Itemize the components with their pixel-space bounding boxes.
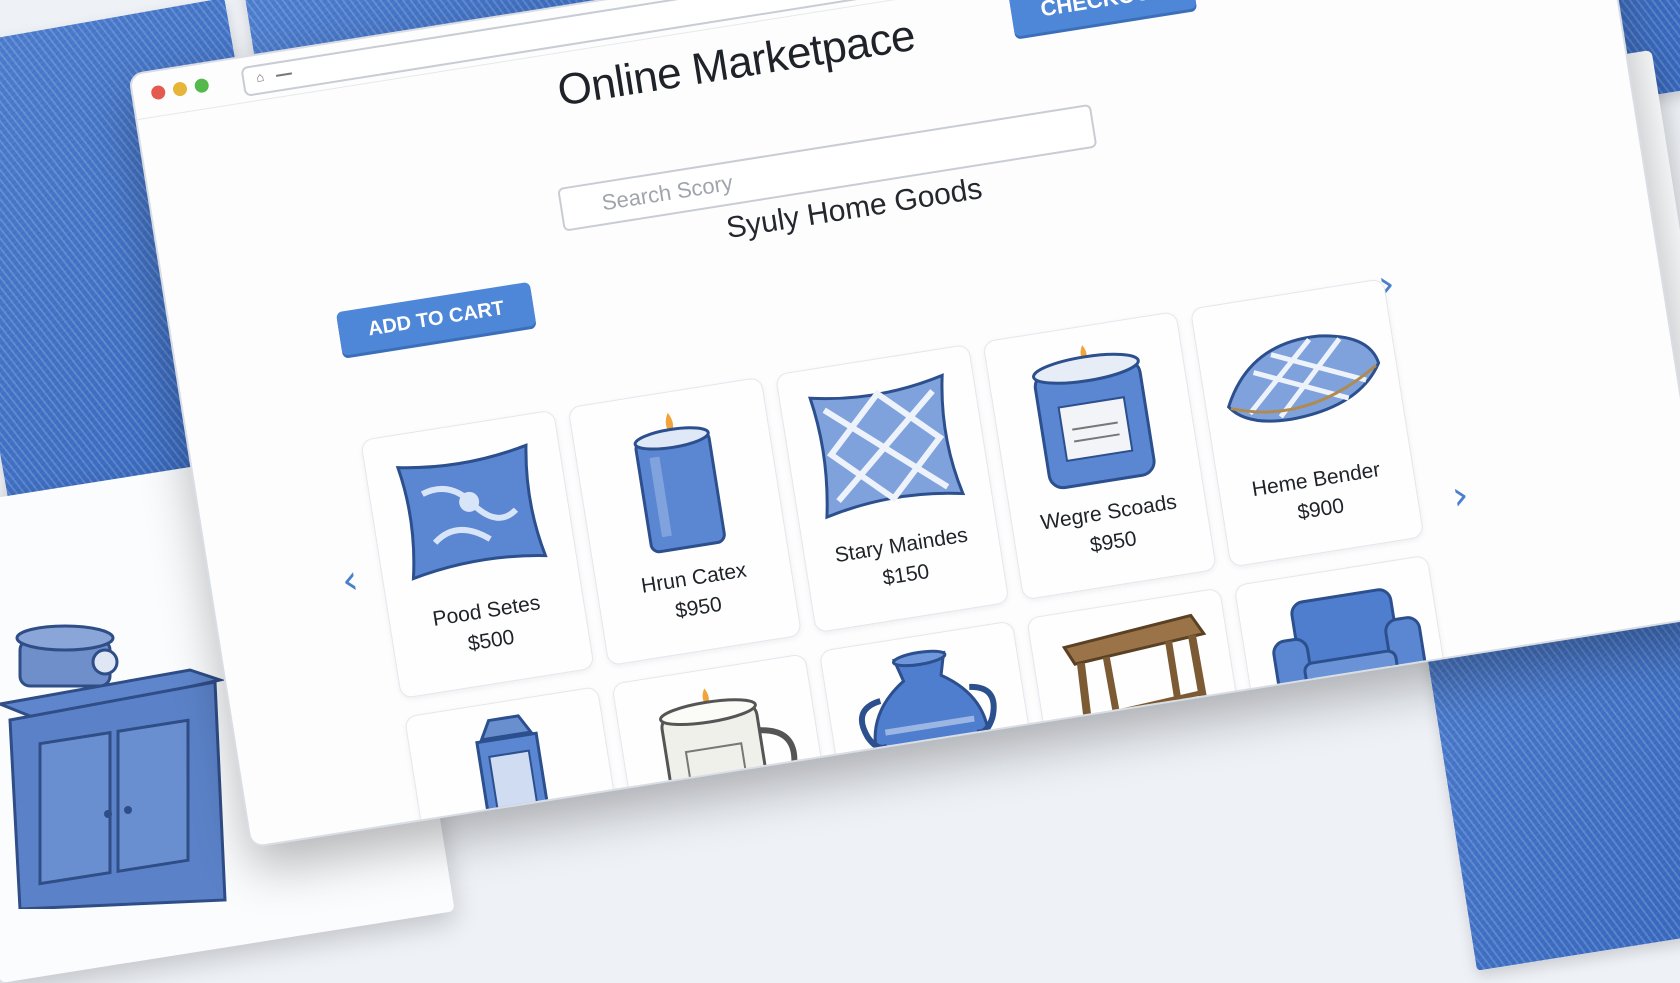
bolster-pillow-icon — [1226, 334, 1381, 423]
product-name: Hem Goually — [1090, 768, 1215, 810]
add-to-cart-button[interactable]: ADD TO CART — [335, 281, 537, 356]
product-card[interactable]: Pood Setes $500 — [360, 409, 595, 699]
maximize-window-button[interactable] — [193, 77, 210, 94]
address-text-placeholder — [275, 72, 293, 77]
product-name — [640, 828, 832, 848]
product-card[interactable]: Wegre Scoads $950 — [982, 310, 1217, 601]
product-card[interactable]: Stary Maindes $150 — [774, 343, 1010, 634]
product-price: $100 — [1339, 770, 1390, 801]
product-name: Trax To Studs — [879, 800, 1011, 844]
checkout-button[interactable]: CHECKOUT — [1007, 0, 1197, 37]
mug-candle-icon — [659, 688, 798, 829]
product-card[interactable]: Trax To Studs $190 — [818, 620, 1054, 849]
armchair-icon — [1272, 588, 1429, 737]
product-card[interactable]: Heme Bender $900 — [1189, 278, 1425, 568]
candle-icon — [633, 412, 726, 554]
lattice-pillow-icon — [808, 373, 966, 520]
product-price: $900 — [1132, 803, 1183, 834]
minimize-window-button[interactable] — [171, 81, 189, 98]
pillow-icon — [395, 443, 548, 581]
product-price: $190 — [852, 825, 1047, 849]
carousel-prev-arrow-icon[interactable]: ‹ — [338, 557, 361, 605]
jar-candle-icon — [1032, 345, 1156, 490]
product-card[interactable] — [611, 653, 846, 849]
stool-icon — [1061, 613, 1216, 769]
close-window-button[interactable] — [150, 84, 167, 101]
lantern-icon — [475, 714, 557, 849]
product-name: Grad to Cateil — [1294, 734, 1426, 778]
carousel-next-arrow-icon[interactable]: › — [1449, 472, 1472, 520]
home-icon: ⌂ — [254, 68, 266, 85]
product-card[interactable]: Hem Goually $900 — [1026, 587, 1261, 849]
product-card[interactable]: Grad to Cateil $100 — [1233, 554, 1469, 845]
product-card[interactable]: Hrun Catex $950 — [567, 376, 803, 667]
vase-icon — [858, 649, 997, 796]
